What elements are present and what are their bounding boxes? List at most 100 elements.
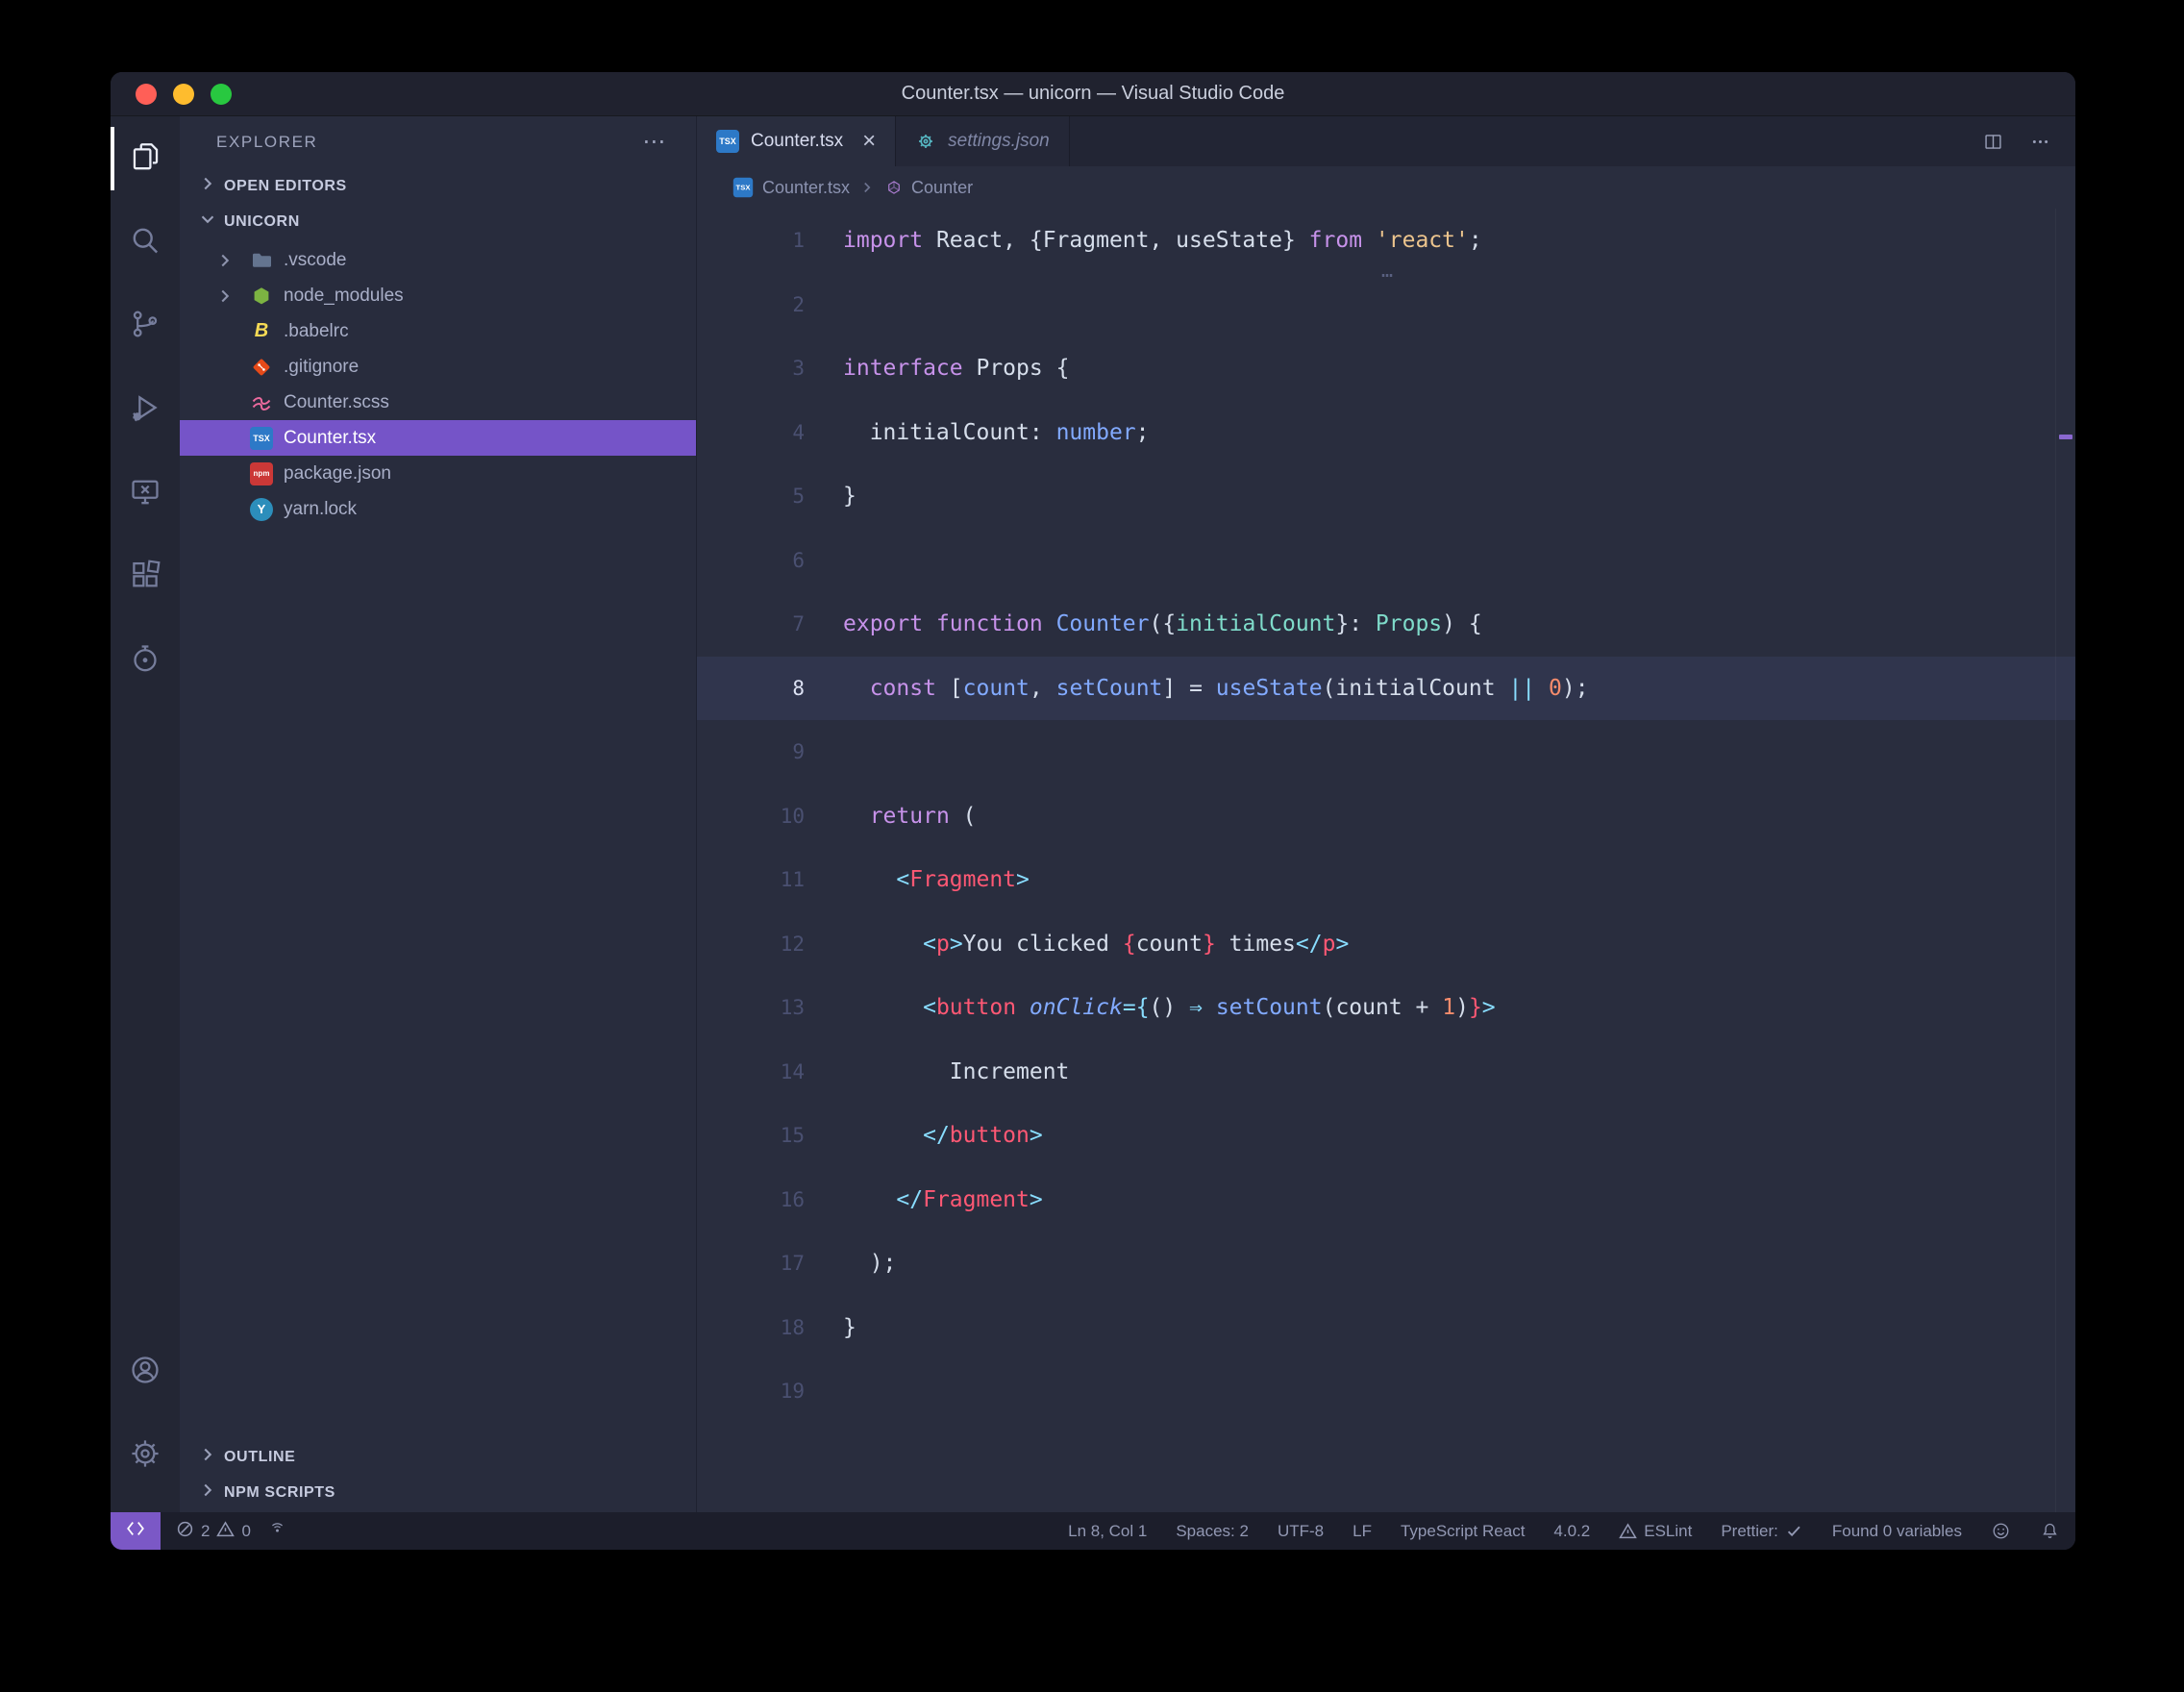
tab-settings-json[interactable]: settings.json bbox=[896, 116, 1070, 166]
chevron-right-icon bbox=[197, 1480, 218, 1505]
line-number[interactable]: 4 bbox=[697, 421, 805, 444]
line-number[interactable]: 15 bbox=[697, 1124, 805, 1147]
code-line-11[interactable]: 11 <Fragment> bbox=[697, 848, 2075, 912]
line-number[interactable]: 8 bbox=[697, 677, 805, 700]
status-item-ln-8-col-1[interactable]: Ln 8, Col 1 bbox=[1068, 1522, 1147, 1541]
code-line-7[interactable]: 7 export function Counter({initialCount}:… bbox=[697, 592, 2075, 657]
tree-item--vscode[interactable]: .vscode bbox=[180, 242, 696, 278]
open-editors-section[interactable]: OPEN EDITORS bbox=[180, 168, 696, 204]
accounts-button[interactable] bbox=[111, 1333, 180, 1410]
tree-item-node-modules[interactable]: node_modules bbox=[180, 278, 696, 313]
line-number[interactable]: 1 bbox=[697, 229, 805, 252]
code-line-19[interactable]: 19 bbox=[697, 1359, 2075, 1424]
tree-item--babelrc[interactable]: B .babelrc bbox=[180, 313, 696, 349]
chevron-right-icon[interactable] bbox=[214, 286, 239, 307]
code-line-13[interactable]: 13 <button onClick={() ⇒ setCount(count … bbox=[697, 976, 2075, 1040]
tree-item-yarn-lock[interactable]: Yyarn.lock bbox=[180, 491, 696, 527]
code-line-14[interactable]: 14 Increment bbox=[697, 1040, 2075, 1105]
status-item-typescript-react[interactable]: TypeScript React bbox=[1401, 1522, 1525, 1541]
chevron-right-icon[interactable] bbox=[214, 250, 239, 271]
code-line-9[interactable]: 9 bbox=[697, 720, 2075, 784]
outline-section[interactable]: OUTLINE bbox=[180, 1439, 696, 1475]
feedback-icon[interactable] bbox=[1991, 1521, 2011, 1541]
zoom-window-button[interactable] bbox=[211, 83, 232, 105]
code-line-3[interactable]: 3 interface Props { bbox=[697, 336, 2075, 401]
chevron-right-icon bbox=[197, 173, 218, 199]
explorer-more-actions-icon[interactable]: ⋯ bbox=[642, 131, 667, 154]
notifications-bell-icon[interactable] bbox=[2040, 1521, 2060, 1541]
code-text: } bbox=[843, 1314, 856, 1340]
breadcrumb-item-counter[interactable]: Counter bbox=[884, 178, 973, 198]
code-line-8[interactable]: 8 const [count, setCount] = useState(ini… bbox=[697, 656, 2075, 720]
line-number[interactable]: 7 bbox=[697, 612, 805, 635]
line-number[interactable]: 16 bbox=[697, 1188, 805, 1211]
activity-explorer-button[interactable] bbox=[111, 120, 180, 197]
editor-more-actions-icon[interactable] bbox=[2030, 132, 2050, 152]
tree-item--gitignore[interactable]: .gitignore bbox=[180, 349, 696, 385]
tree-item-label: yarn.lock bbox=[284, 498, 358, 519]
line-number[interactable]: 3 bbox=[697, 357, 805, 380]
tab-counter-tsx[interactable]: TSX Counter.tsx × bbox=[697, 116, 897, 166]
broadcast-status-button[interactable] bbox=[259, 1520, 296, 1543]
code-line-5[interactable]: 5} bbox=[697, 464, 2075, 529]
status-item-prettier-[interactable]: Prettier: bbox=[1721, 1522, 1803, 1541]
split-editor-icon[interactable] bbox=[1983, 132, 2003, 152]
code-text: export function Counter({initialCount}: … bbox=[843, 611, 1482, 637]
close-window-button[interactable] bbox=[136, 83, 157, 105]
project-root-section[interactable]: UNICORN bbox=[180, 204, 696, 239]
line-number[interactable]: 9 bbox=[697, 740, 805, 763]
line-number[interactable]: 11 bbox=[697, 868, 805, 891]
tree-item-counter-tsx[interactable]: TSX Counter.tsx bbox=[180, 420, 696, 456]
breadcrumb-item-counter-tsx[interactable]: TSX Counter.tsx bbox=[732, 176, 850, 199]
tree-item-label: .vscode bbox=[284, 249, 347, 270]
run-debug-icon bbox=[129, 391, 161, 429]
code-text: interface Props { bbox=[843, 356, 1070, 382]
line-number[interactable]: 10 bbox=[697, 805, 805, 828]
line-number[interactable]: 2 bbox=[697, 293, 805, 316]
activity-remote-explorer-button[interactable] bbox=[111, 455, 180, 532]
activity-source-control-button[interactable] bbox=[111, 287, 180, 364]
code-line-4[interactable]: 4 initialCount: number; bbox=[697, 401, 2075, 465]
status-item-eslint[interactable]: ESLint bbox=[1619, 1522, 1692, 1541]
code-line-17[interactable]: 17 ); bbox=[697, 1232, 2075, 1296]
code-line-2[interactable]: 2 bbox=[697, 273, 2075, 337]
line-number[interactable]: 17 bbox=[697, 1252, 805, 1275]
tree-item-counter-scss[interactable]: Counter.scss bbox=[180, 385, 696, 420]
line-number[interactable]: 18 bbox=[697, 1316, 805, 1339]
activity-extensions-button[interactable] bbox=[111, 538, 180, 615]
file-tree: .vscode node_modules B .babelrc .gitignore Co… bbox=[180, 239, 696, 1439]
activity-run-debug-button[interactable] bbox=[111, 371, 180, 448]
status-item-utf-8[interactable]: UTF-8 bbox=[1278, 1522, 1324, 1541]
status-item-found-0-variables[interactable]: Found 0 variables bbox=[1832, 1522, 1962, 1541]
line-number[interactable]: 19 bbox=[697, 1380, 805, 1403]
status-item-4-0-2[interactable]: 4.0.2 bbox=[1553, 1522, 1590, 1541]
line-number[interactable]: 6 bbox=[697, 549, 805, 572]
remote-indicator[interactable] bbox=[111, 1512, 161, 1550]
search-icon bbox=[129, 224, 161, 261]
status-item-lf[interactable]: LF bbox=[1353, 1522, 1372, 1541]
status-item-spaces-2[interactable]: Spaces: 2 bbox=[1176, 1522, 1249, 1541]
code-line-10[interactable]: 10 return ( bbox=[697, 784, 2075, 849]
problems-status[interactable]: 2 0 bbox=[161, 1520, 259, 1543]
minimize-window-button[interactable] bbox=[173, 83, 194, 105]
code-line-18[interactable]: 18} bbox=[697, 1296, 2075, 1360]
tree-item-package-json[interactable]: npm package.json bbox=[180, 456, 696, 491]
close-tab-icon[interactable]: × bbox=[862, 130, 876, 153]
activity-plugin-button[interactable] bbox=[111, 622, 180, 699]
npm-scripts-section[interactable]: NPM SCRIPTS bbox=[180, 1475, 696, 1510]
code-line-6[interactable]: 6 bbox=[697, 529, 2075, 593]
code-editor[interactable]: 1 import React, {Fragment, useState} from… bbox=[697, 209, 2075, 1512]
code-line-15[interactable]: 15 </button> bbox=[697, 1104, 2075, 1168]
code-text: const [count, setCount] = useState(initi… bbox=[869, 675, 1589, 701]
settings-button[interactable] bbox=[111, 1417, 180, 1494]
code-line-12[interactable]: 12 <p>You clicked {count} times</p> bbox=[697, 912, 2075, 977]
code-text: initialCount: number; bbox=[843, 419, 1150, 445]
activity-search-button[interactable] bbox=[111, 204, 180, 281]
code-line-16[interactable]: 16 </Fragment> bbox=[697, 1168, 2075, 1232]
tsx-icon: TSX bbox=[716, 130, 739, 153]
line-number[interactable]: 12 bbox=[697, 933, 805, 956]
line-number[interactable]: 5 bbox=[697, 485, 805, 508]
line-number[interactable]: 14 bbox=[697, 1060, 805, 1083]
remote-icon bbox=[125, 1518, 146, 1544]
line-number[interactable]: 13 bbox=[697, 996, 805, 1019]
